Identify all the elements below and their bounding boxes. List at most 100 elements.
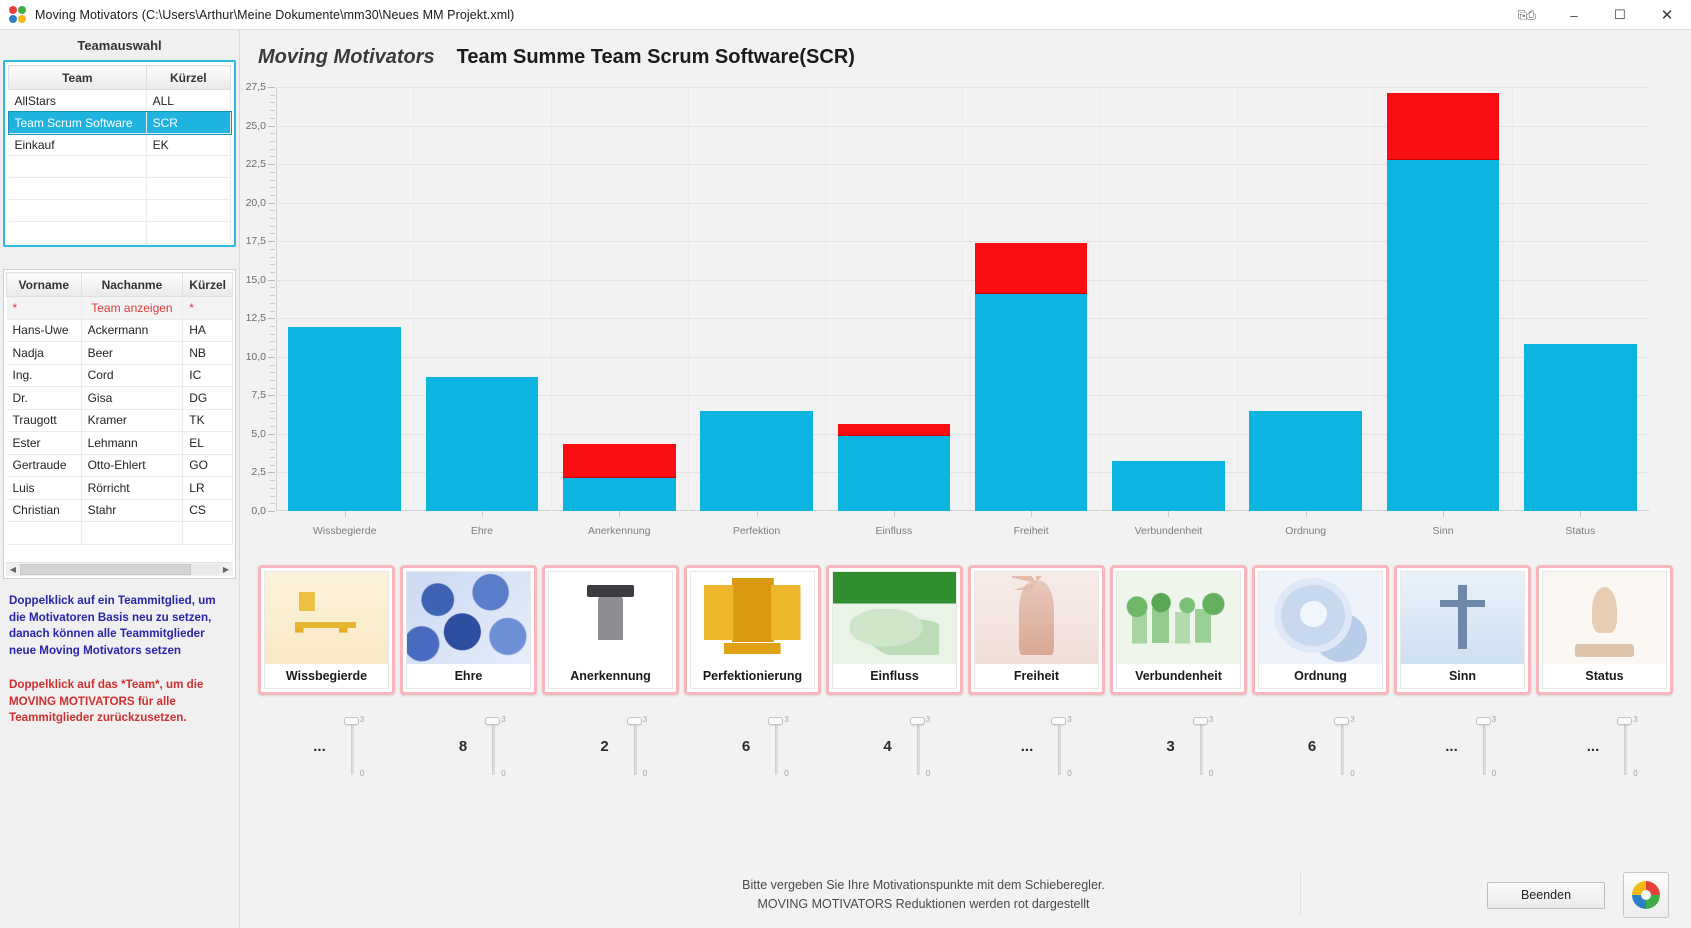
slider-anerkennung[interactable]: 30: [623, 715, 649, 778]
slider-knob[interactable]: [485, 717, 501, 725]
member-vorname-cell[interactable]: Ing.: [6, 364, 82, 387]
member-table[interactable]: Vorname Nachanme Kürzel * Team anzeigen * H…: [6, 272, 233, 545]
motivator-card-ordnung[interactable]: Ordnung: [1252, 565, 1389, 695]
motivator-card-wissbegierde[interactable]: Wissbegierde: [258, 565, 395, 695]
team-col-kuerzel[interactable]: Kürzel: [145, 65, 232, 90]
table-row[interactable]: [8, 199, 232, 222]
motivator-card-verbundenheit[interactable]: Verbundenheit: [1110, 565, 1247, 695]
table-row[interactable]: Luis Rörricht LR: [6, 476, 233, 500]
slider-wissbegierde[interactable]: 30: [340, 715, 366, 778]
member-kuerzel-cell[interactable]: IC: [182, 364, 233, 387]
slider-track[interactable]: [633, 717, 637, 775]
motivator-card-sinn[interactable]: Sinn: [1394, 565, 1531, 695]
slider-knob[interactable]: [626, 717, 642, 725]
table-row[interactable]: Dr. Gisa DG: [6, 386, 233, 410]
app-logo-button[interactable]: [1623, 872, 1669, 918]
slider-track[interactable]: [775, 717, 779, 775]
slider-einfluss[interactable]: 30: [906, 715, 932, 778]
slider-freiheit[interactable]: 30: [1047, 715, 1073, 778]
table-row[interactable]: Traugott Kramer TK: [6, 409, 233, 432]
slider-knob[interactable]: [1617, 717, 1633, 725]
member-vorname-cell[interactable]: Dr.: [6, 386, 82, 410]
slider-knob[interactable]: [909, 717, 925, 725]
slider-track[interactable]: [1058, 717, 1062, 775]
slider-knob[interactable]: [1192, 717, 1208, 725]
table-row[interactable]: [8, 155, 232, 178]
table-row[interactable]: Gertraude Otto-Ehlert GO: [6, 454, 233, 477]
member-vorname-cell[interactable]: Christian: [6, 499, 82, 522]
motivator-card-perfektionierung[interactable]: Perfektionierung: [684, 565, 821, 695]
team-selection-panel[interactable]: Team Kürzel AllStars ALL Team Scrum Softwa…: [3, 60, 236, 247]
motivator-card-status[interactable]: Status: [1536, 565, 1673, 695]
scroll-left-icon[interactable]: ◀: [6, 565, 20, 574]
slider-track[interactable]: [492, 717, 496, 775]
table-row[interactable]: Nadja Beer NB: [6, 341, 233, 365]
close-button[interactable]: ✕: [1643, 0, 1691, 30]
member-kuerzel-cell[interactable]: CS: [182, 499, 233, 522]
slider-perfektionierung[interactable]: 30: [764, 715, 790, 778]
maximize-button[interactable]: ☐: [1597, 0, 1643, 30]
team-name-cell[interactable]: Team Scrum Software: [8, 111, 147, 134]
table-row[interactable]: Team Scrum Software SCR: [7, 110, 232, 135]
team-members-panel[interactable]: Vorname Nachanme Kürzel * Team anzeigen * H…: [3, 269, 236, 579]
team-kuerzel-cell[interactable]: EK: [146, 133, 232, 156]
member-nachname-cell[interactable]: Otto-Ehlert: [81, 454, 184, 477]
member-nachname-cell[interactable]: Kramer: [81, 409, 184, 432]
slider-track[interactable]: [1624, 717, 1628, 775]
table-row[interactable]: Christian Stahr CS: [6, 499, 233, 522]
table-row[interactable]: [8, 221, 232, 244]
slider-track[interactable]: [350, 717, 354, 775]
table-row[interactable]: Einkauf EK: [8, 133, 232, 156]
member-nachname-cell[interactable]: Team anzeigen: [81, 296, 184, 320]
member-kuerzel-cell[interactable]: LR: [182, 476, 233, 500]
slider-track[interactable]: [1341, 717, 1345, 775]
table-row[interactable]: AllStars ALL: [8, 89, 232, 112]
team-kuerzel-cell[interactable]: [146, 177, 232, 200]
team-name-cell[interactable]: [8, 177, 147, 200]
motivator-card-anerkennung[interactable]: Anerkennung: [542, 565, 679, 695]
member-kuerzel-cell[interactable]: [182, 521, 233, 545]
restore-window-icon[interactable]: ⎘⎙: [1518, 8, 1536, 23]
slider-status[interactable]: 30: [1613, 715, 1639, 778]
member-kuerzel-cell[interactable]: HA: [182, 319, 233, 342]
slider-track[interactable]: [916, 717, 920, 775]
member-kuerzel-cell[interactable]: GO: [182, 454, 233, 477]
team-kuerzel-cell[interactable]: [146, 221, 232, 244]
team-table[interactable]: Team Kürzel AllStars ALL Team Scrum Softwa…: [7, 65, 232, 244]
team-kuerzel-cell[interactable]: [146, 199, 232, 222]
slider-verbundenheit[interactable]: 30: [1189, 715, 1215, 778]
member-nachname-cell[interactable]: Gisa: [81, 386, 184, 410]
member-vorname-cell[interactable]: Gertraude: [6, 454, 82, 477]
table-row[interactable]: Hans-Uwe Ackermann HA: [6, 319, 233, 342]
table-row[interactable]: Ing. Cord IC: [6, 364, 233, 387]
member-vorname-cell[interactable]: Traugott: [6, 409, 82, 432]
member-vorname-cell[interactable]: Nadja: [6, 341, 82, 365]
slider-knob[interactable]: [1334, 717, 1350, 725]
member-horizontal-scrollbar[interactable]: ◀ ▶: [6, 562, 233, 576]
scrollbar-thumb[interactable]: [20, 564, 192, 575]
team-kuerzel-cell[interactable]: ALL: [146, 89, 232, 112]
motivator-card-einfluss[interactable]: Einfluss: [826, 565, 963, 695]
member-nachname-cell[interactable]: [81, 521, 184, 545]
member-kuerzel-cell[interactable]: TK: [182, 409, 233, 432]
motivator-card-freiheit[interactable]: Freiheit: [968, 565, 1105, 695]
member-vorname-cell[interactable]: Luis: [6, 476, 82, 500]
member-nachname-cell[interactable]: Ackermann: [81, 319, 184, 342]
slider-track[interactable]: [1482, 717, 1486, 775]
team-name-cell[interactable]: AllStars: [8, 89, 147, 112]
member-kuerzel-cell[interactable]: EL: [182, 431, 233, 455]
member-vorname-cell[interactable]: Ester: [6, 431, 82, 455]
slider-ehre[interactable]: 30: [481, 715, 507, 778]
member-kuerzel-cell[interactable]: NB: [182, 341, 233, 365]
member-nachname-cell[interactable]: Lehmann: [81, 431, 184, 455]
member-vorname-cell[interactable]: [6, 521, 82, 545]
beenden-button[interactable]: Beenden: [1487, 881, 1605, 909]
member-kuerzel-cell[interactable]: DG: [182, 386, 233, 410]
team-kuerzel-cell[interactable]: [146, 155, 232, 178]
team-name-cell[interactable]: Einkauf: [8, 133, 147, 156]
slider-knob[interactable]: [343, 717, 359, 725]
team-name-cell[interactable]: [8, 155, 147, 178]
member-nachname-cell[interactable]: Stahr: [81, 499, 184, 522]
member-vorname-cell[interactable]: *: [6, 296, 82, 320]
table-row[interactable]: [6, 521, 233, 545]
